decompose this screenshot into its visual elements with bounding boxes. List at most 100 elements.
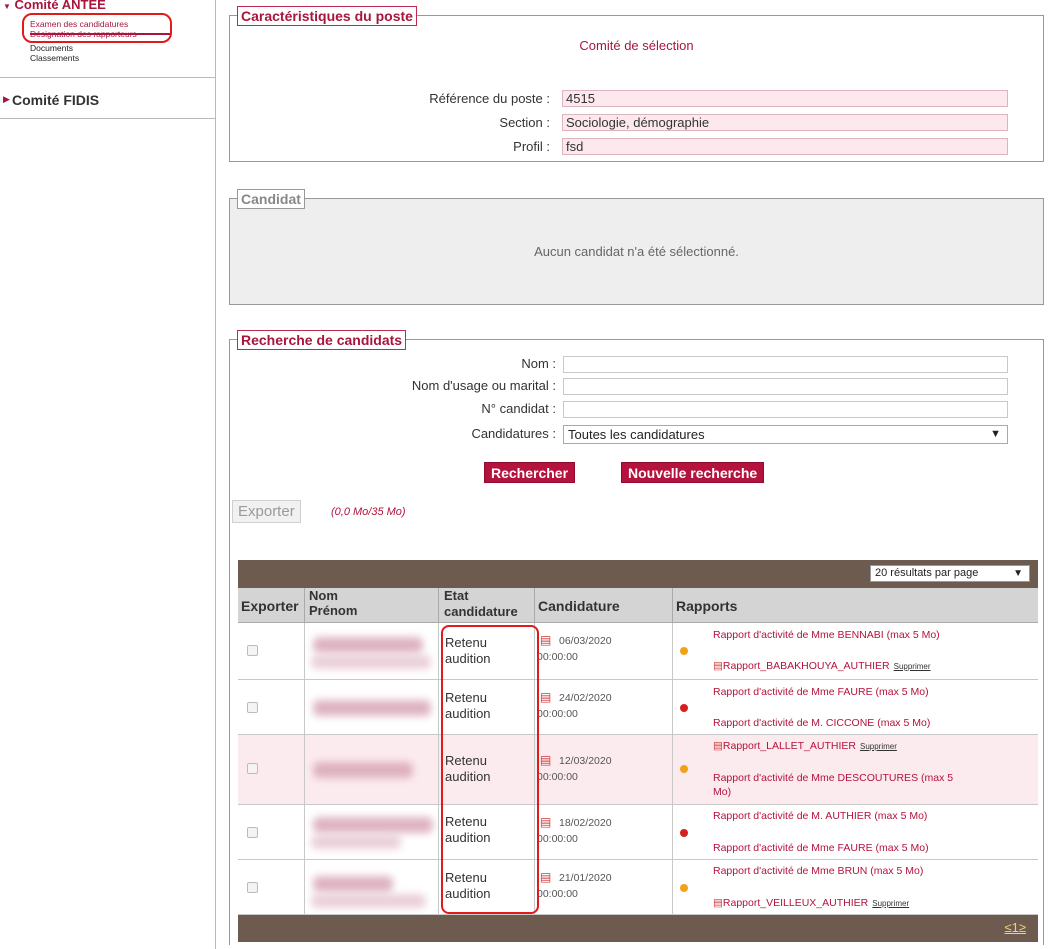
export-size: (0,0 Mo/35 Mo) (331, 506, 406, 518)
delete-link[interactable]: Supprimer (894, 662, 931, 671)
nom-label: Nom : (521, 356, 556, 371)
caret-down-icon: ▼ (3, 2, 11, 9)
blurred-name (313, 817, 433, 833)
rapport-link[interactable]: Rapport d'activité de Mme FAURE (max 5 M… (713, 842, 929, 854)
highlight-oval (22, 13, 172, 43)
th-rapports[interactable]: Rapports (673, 588, 1038, 623)
rapport-file[interactable]: ▤Rapport_BABAKHOUYA_AUTHIER Supprimer (713, 660, 931, 672)
th-candidature[interactable]: Candidature (535, 588, 673, 623)
blurred-firstname (311, 655, 431, 669)
blurred-firstname (311, 894, 426, 908)
pdf-icon[interactable]: ▤ (540, 870, 551, 884)
poste-fieldset: Caractéristiques du poste Comité de séle… (229, 6, 1044, 162)
pdf-icon: ▤ (713, 660, 723, 672)
profil-label: Profil : (513, 139, 550, 154)
candidature-date: 24/02/2020 (559, 692, 612, 704)
rapport-link[interactable]: Rapport d'activité de Mme DESCOUTURES (m… (713, 772, 953, 784)
row-checkbox[interactable] (247, 702, 258, 713)
pdf-icon: ▤ (713, 897, 723, 909)
pdf-icon[interactable]: ▤ (540, 815, 551, 829)
num-candidat-input[interactable] (563, 401, 1008, 418)
candidature-time: 00:00:00 (537, 833, 578, 845)
dropdown-arrow-icon: ▼ (1013, 568, 1023, 579)
sidebar-comite-antee: ▼ Comité ANTEE Examen des candidatures D… (0, 0, 215, 78)
poste-legend: Caractéristiques du poste (237, 6, 417, 26)
table-row: Retenu audition ▤ 06/03/2020 00:00:00 Ra… (238, 623, 1038, 680)
candidature-date: 21/01/2020 (559, 872, 612, 884)
delete-link[interactable]: Supprimer (872, 899, 909, 908)
status-dot (680, 884, 688, 892)
results-toolbar: 20 résultats par page ▼ (238, 560, 1038, 588)
candidatures-select[interactable]: Toutes les candidatures ▼ (563, 425, 1008, 444)
th-nom[interactable]: Nom Prénom (305, 588, 439, 623)
section-value: Sociologie, démographie (562, 114, 1008, 131)
th-exporter[interactable]: Exporter (238, 588, 305, 623)
ref-label: Référence du poste : (429, 91, 550, 106)
profil-value: fsd (562, 138, 1008, 155)
blurred-name (313, 637, 423, 653)
blurred-name (313, 762, 413, 778)
status-dot (680, 829, 688, 837)
candidatures-select-value: Toutes les candidatures (568, 427, 705, 442)
candidature-time: 00:00:00 (537, 771, 578, 783)
candidature-time: 00:00:00 (537, 708, 578, 720)
rapport-link[interactable]: Rapport d'activité de Mme BENNABI (max 5… (713, 629, 940, 641)
rapport-file[interactable]: ▤Rapport_VEILLEUX_AUTHIER Supprimer (713, 897, 909, 909)
nom-input[interactable] (563, 356, 1008, 373)
status-dot (680, 765, 688, 773)
search-legend: Recherche de candidats (237, 330, 407, 350)
table-row: Retenu audition ▤ 12/03/2020 00:00:00 ▤R… (238, 735, 1038, 805)
rapport-link[interactable]: Rapport d'activité de M. AUTHIER (max 5 … (713, 810, 927, 822)
candidature-time: 00:00:00 (537, 888, 578, 900)
results-header: Exporter Nom Prénom Etat candidature Can… (238, 588, 1038, 623)
rapport-link[interactable]: Rapport d'activité de M. CICCONE (max 5 … (713, 717, 930, 729)
pdf-icon[interactable]: ▤ (540, 753, 551, 767)
delete-link[interactable]: Supprimer (860, 742, 897, 751)
sidebar-item-fidis[interactable]: ▶ Comité FIDIS (0, 79, 215, 119)
rapport-link-cont[interactable]: Mo) (713, 786, 731, 798)
table-row: Retenu audition ▤ 21/01/2020 00:00:00 Ra… (238, 860, 1038, 915)
dropdown-arrow-icon: ▼ (990, 428, 1001, 440)
status-dot (680, 704, 688, 712)
pdf-icon: ▤ (713, 740, 723, 752)
etat-highlight-oval (441, 625, 539, 914)
num-candidat-label: N° candidat : (481, 401, 556, 416)
pager[interactable]: ≤1≥ (1005, 920, 1027, 935)
candidature-date: 06/03/2020 (559, 635, 612, 647)
th-etat[interactable]: Etat candidature (439, 588, 535, 623)
sidebar: ▼ Comité ANTEE Examen des candidatures D… (0, 0, 216, 949)
blurred-name (313, 700, 431, 716)
candidat-legend: Candidat (237, 189, 305, 209)
row-checkbox[interactable] (247, 645, 258, 656)
candidature-time: 00:00:00 (537, 651, 578, 663)
new-search-button[interactable]: Nouvelle recherche (621, 462, 765, 483)
per-page-select[interactable]: 20 résultats par page ▼ (870, 565, 1030, 582)
nom-usage-label: Nom d'usage ou marital : (411, 378, 556, 393)
ref-value: 4515 (562, 90, 1008, 107)
rapport-link[interactable]: Rapport d'activité de Mme BRUN (max 5 Mo… (713, 865, 923, 877)
sidebar-header[interactable]: ▼ Comité ANTEE (3, 0, 106, 9)
section-label: Section : (499, 115, 550, 130)
nom-usage-input[interactable] (563, 378, 1008, 395)
pdf-icon[interactable]: ▤ (540, 690, 551, 704)
rapport-link[interactable]: Rapport d'activité de Mme FAURE (max 5 M… (713, 686, 929, 698)
candidat-fieldset: Candidat Aucun candidat n'a été sélectio… (229, 189, 1044, 305)
table-row: Retenu audition ▤ 18/02/2020 00:00:00 Ra… (238, 805, 1038, 860)
status-dot (680, 647, 688, 655)
search-button[interactable]: Rechercher (484, 462, 576, 483)
pdf-icon[interactable]: ▤ (540, 633, 551, 647)
no-candidate-message: Aucun candidat n'a été sélectionné. (534, 244, 739, 259)
row-checkbox[interactable] (247, 882, 258, 893)
sidebar-fidis-label: Comité FIDIS (12, 92, 100, 108)
candidatures-label: Candidatures : (471, 426, 556, 441)
export-button[interactable]: Exporter (232, 500, 301, 523)
candidature-date: 12/03/2020 (559, 755, 612, 767)
sidebar-item-classements[interactable]: Classements (30, 53, 79, 63)
row-checkbox[interactable] (247, 827, 258, 838)
table-row: Retenu audition ▤ 24/02/2020 00:00:00 Ra… (238, 680, 1038, 735)
row-checkbox[interactable] (247, 763, 258, 774)
blurred-name (313, 876, 393, 892)
candidature-date: 18/02/2020 (559, 817, 612, 829)
rapport-file[interactable]: ▤Rapport_LALLET_AUTHIER Supprimer (713, 740, 897, 752)
sidebar-item-documents[interactable]: Documents (30, 43, 73, 53)
